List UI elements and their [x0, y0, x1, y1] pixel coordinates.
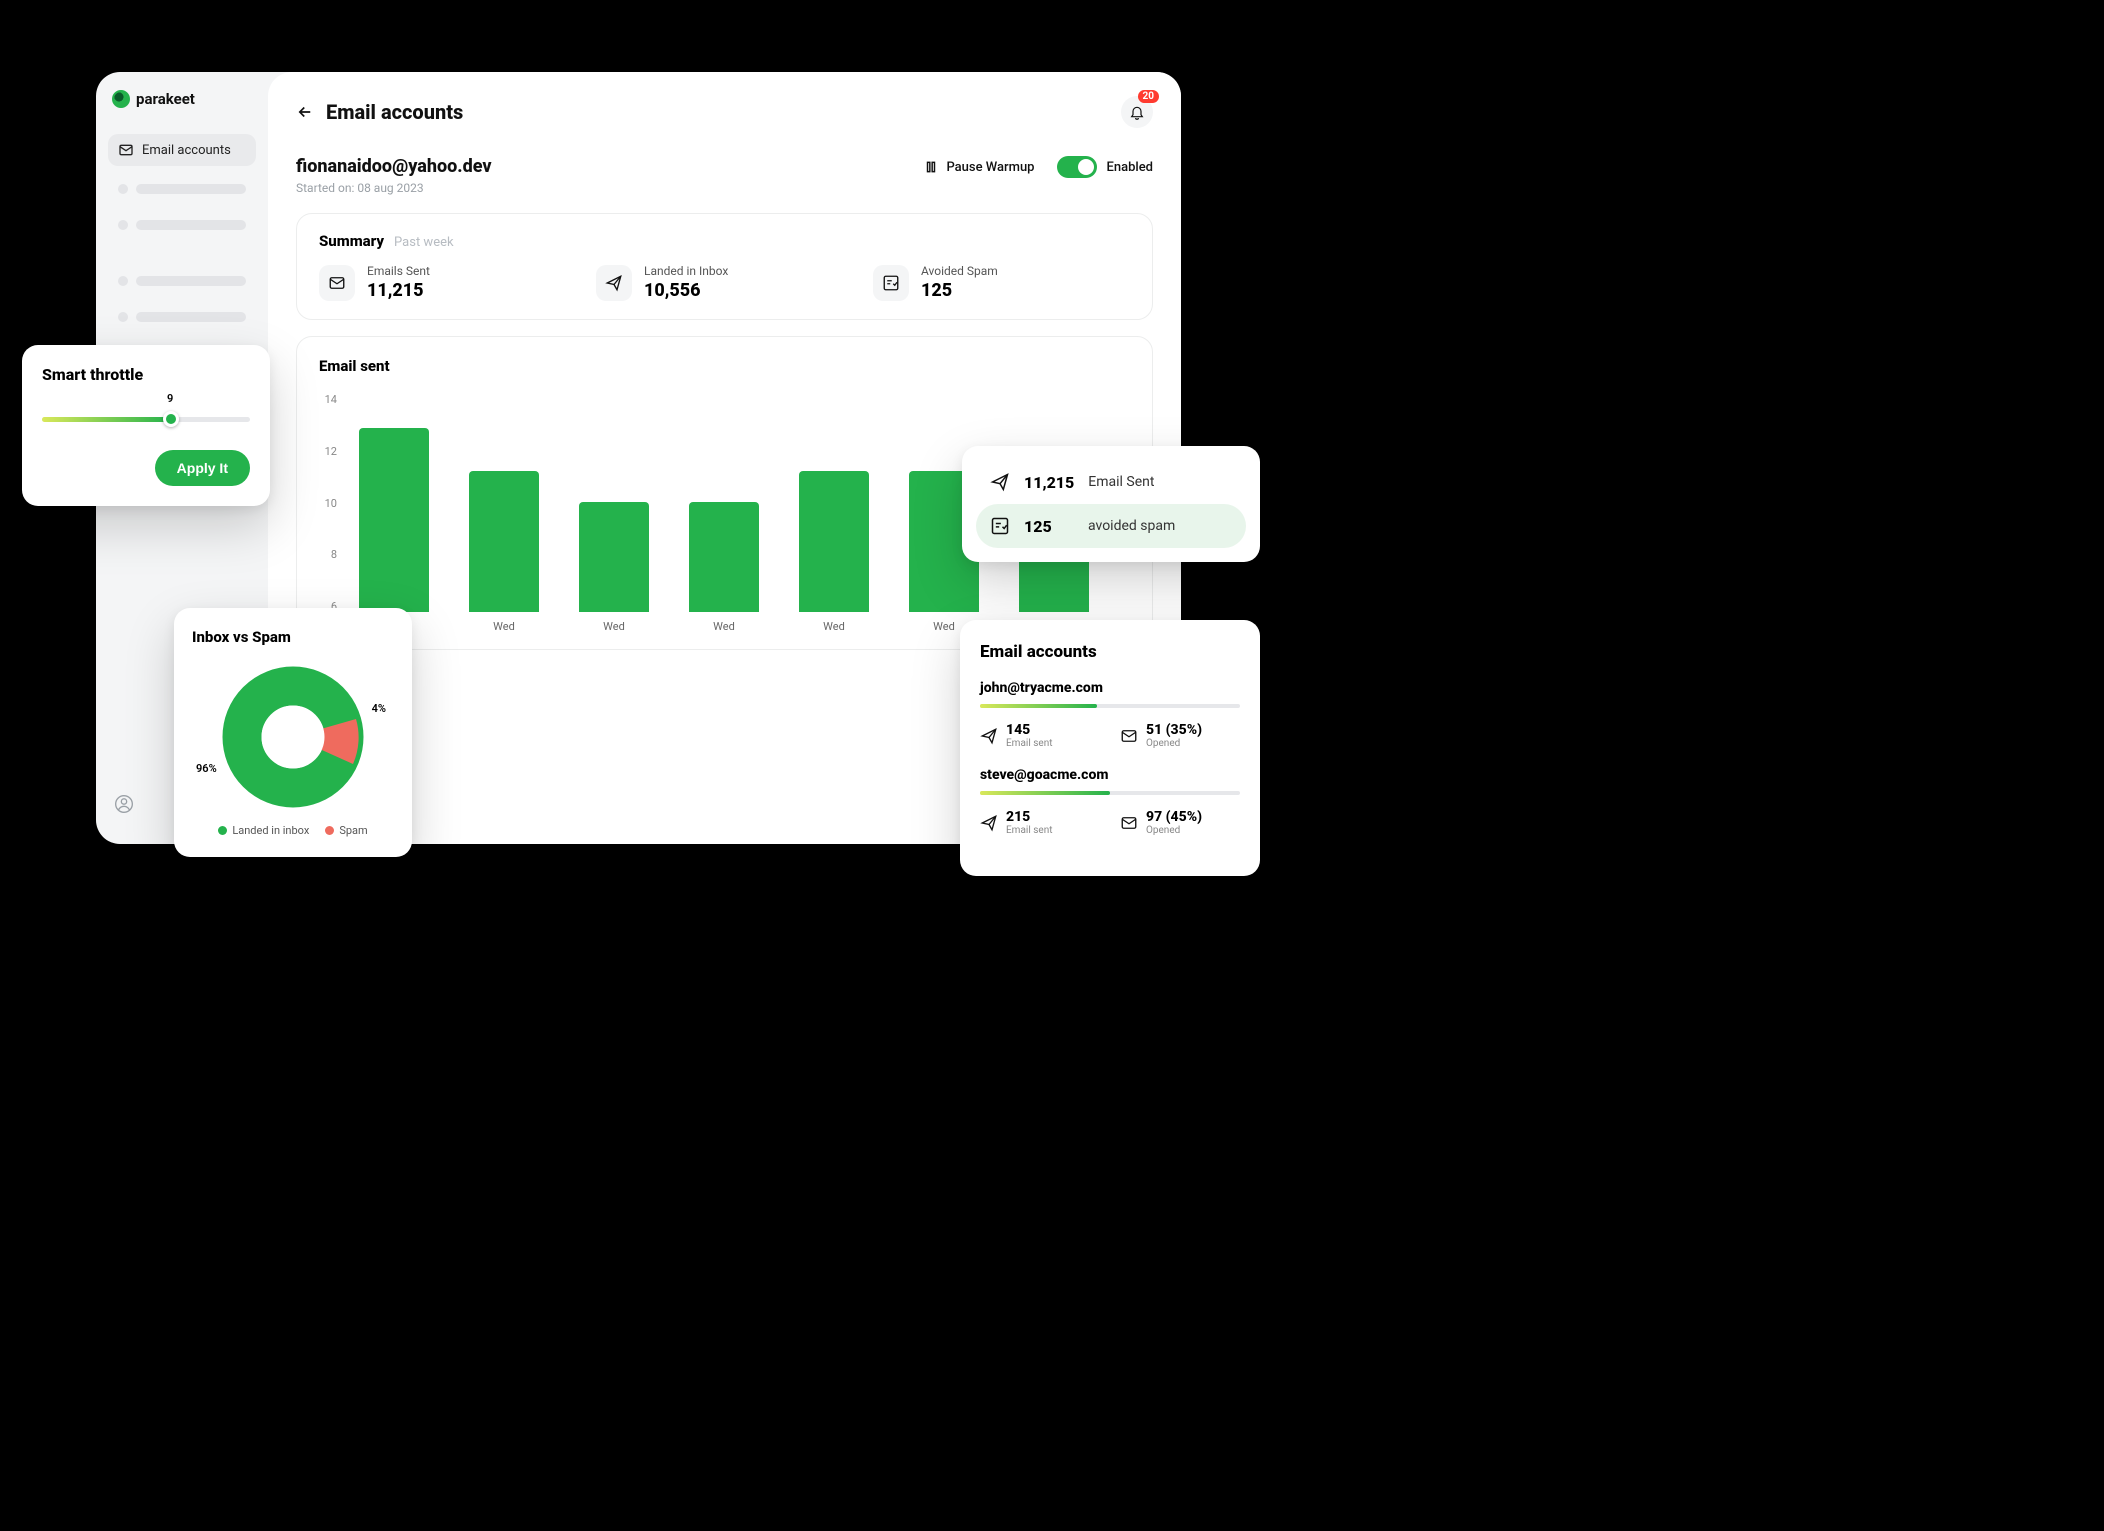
account-block: john@tryacme.com 145Email sent 51 (35%)O…	[980, 680, 1240, 749]
account-started-date: Started on: 08 aug 2023	[296, 181, 492, 195]
legend-dot-spam	[325, 826, 334, 835]
brand: parakeet	[108, 90, 256, 108]
summary-title: Summary	[319, 232, 384, 250]
account-stat-opened: 51 (35%)Opened	[1120, 722, 1240, 749]
account-stat-opened: 97 (45%)Opened	[1120, 809, 1240, 836]
sidebar-item-email-accounts[interactable]: Email accounts	[108, 134, 256, 166]
bell-icon	[1129, 104, 1145, 120]
email-accounts-card: Email accounts john@tryacme.com 145Email…	[960, 620, 1260, 876]
stats-popup: 11,215 Email Sent 125 avoided spam	[962, 446, 1260, 562]
notifications-button[interactable]: 20	[1121, 96, 1153, 128]
sidebar-placeholder	[108, 212, 256, 238]
sidebar-item-label: Email accounts	[142, 143, 231, 158]
summary-stat-avoided-spam: Avoided Spam125	[873, 264, 1130, 301]
brand-name: parakeet	[136, 90, 195, 108]
donut-chart: 96% 4%	[218, 662, 368, 812]
page-header: Email accounts 20	[296, 96, 1153, 128]
brand-logo-icon	[112, 90, 130, 108]
page-title: Email accounts	[326, 100, 463, 124]
summary-card: Summary Past week Emails Sent11,215 Land…	[296, 213, 1153, 320]
mail-icon	[328, 274, 346, 292]
account-block: steve@goacme.com 215Email sent 97 (45%)O…	[980, 767, 1240, 836]
slider-thumb[interactable]	[163, 411, 179, 427]
y-tick: 8	[319, 548, 337, 561]
throttle-slider[interactable]: 9	[42, 408, 250, 430]
legend-dot-inbox	[218, 826, 227, 835]
sidebar-placeholder	[108, 176, 256, 202]
mail-open-icon	[1120, 814, 1138, 832]
bar-x-label: Wed	[603, 620, 625, 633]
apply-throttle-button[interactable]: Apply It	[155, 450, 250, 486]
send-icon	[605, 274, 623, 292]
checklist-icon	[990, 516, 1010, 536]
account-email: fionanaidoo@yahoo.dev	[296, 156, 492, 177]
bar-x-label: Wed	[933, 620, 955, 633]
chart-y-axis: 14121086	[319, 393, 337, 633]
donut-legend: Landed in inbox Spam	[192, 824, 394, 837]
donut-inbox-pct: 96%	[196, 762, 217, 775]
pause-warmup-button[interactable]: Pause Warmup	[924, 160, 1034, 175]
send-icon	[990, 472, 1010, 492]
popup-row-avoided-spam: 125 avoided spam	[976, 504, 1246, 548]
notification-badge: 20	[1138, 90, 1159, 103]
account-stat-sent: 215Email sent	[980, 809, 1100, 836]
chart-title: Email sent	[319, 357, 1130, 375]
chart-bar: Wed	[799, 471, 869, 633]
donut-title: Inbox vs Spam	[192, 628, 394, 646]
summary-stat-emails-sent: Emails Sent11,215	[319, 264, 576, 301]
send-icon	[980, 727, 998, 745]
bar-x-label: Wed	[493, 620, 515, 633]
sidebar-placeholder	[108, 304, 256, 330]
enabled-label: Enabled	[1107, 160, 1154, 175]
chart-bar: Wed	[359, 428, 429, 633]
accounts-card-title: Email accounts	[980, 642, 1240, 662]
summary-subtitle: Past week	[394, 235, 454, 250]
donut-spam-pct: 4%	[372, 702, 386, 715]
slider-value: 9	[167, 392, 173, 405]
chart-bar: Wed	[689, 502, 759, 633]
throttle-title: Smart throttle	[42, 365, 250, 384]
account-email: john@tryacme.com	[980, 680, 1240, 696]
account-progress-bar	[980, 704, 1240, 708]
bar-x-label: Wed	[713, 620, 735, 633]
inbox-vs-spam-card: Inbox vs Spam 96% 4% Landed in inbox Spa…	[174, 608, 412, 857]
mail-open-icon	[1120, 727, 1138, 745]
summary-stat-landed-inbox: Landed in Inbox10,556	[596, 264, 853, 301]
sidebar-placeholder	[108, 268, 256, 294]
account-email: steve@goacme.com	[980, 767, 1240, 783]
mail-icon	[118, 142, 134, 158]
bar-x-label: Wed	[823, 620, 845, 633]
enabled-toggle[interactable]	[1057, 156, 1097, 178]
y-tick: 14	[319, 393, 337, 406]
send-icon	[980, 814, 998, 832]
chart-bar: Wed	[469, 471, 539, 633]
chart-bar: Wed	[579, 502, 649, 633]
y-tick: 12	[319, 445, 337, 458]
user-avatar-icon[interactable]	[114, 794, 134, 814]
enabled-toggle-wrap: Enabled	[1057, 156, 1154, 178]
popup-row-email-sent: 11,215 Email Sent	[976, 460, 1246, 504]
y-tick: 10	[319, 497, 337, 510]
checklist-icon	[882, 274, 900, 292]
account-header: fionanaidoo@yahoo.dev Started on: 08 aug…	[296, 156, 1153, 195]
account-stat-sent: 145Email sent	[980, 722, 1100, 749]
smart-throttle-card: Smart throttle 9 Apply It	[22, 345, 270, 506]
account-progress-bar	[980, 791, 1240, 795]
back-arrow-icon[interactable]	[296, 103, 314, 121]
pause-icon	[924, 160, 938, 174]
